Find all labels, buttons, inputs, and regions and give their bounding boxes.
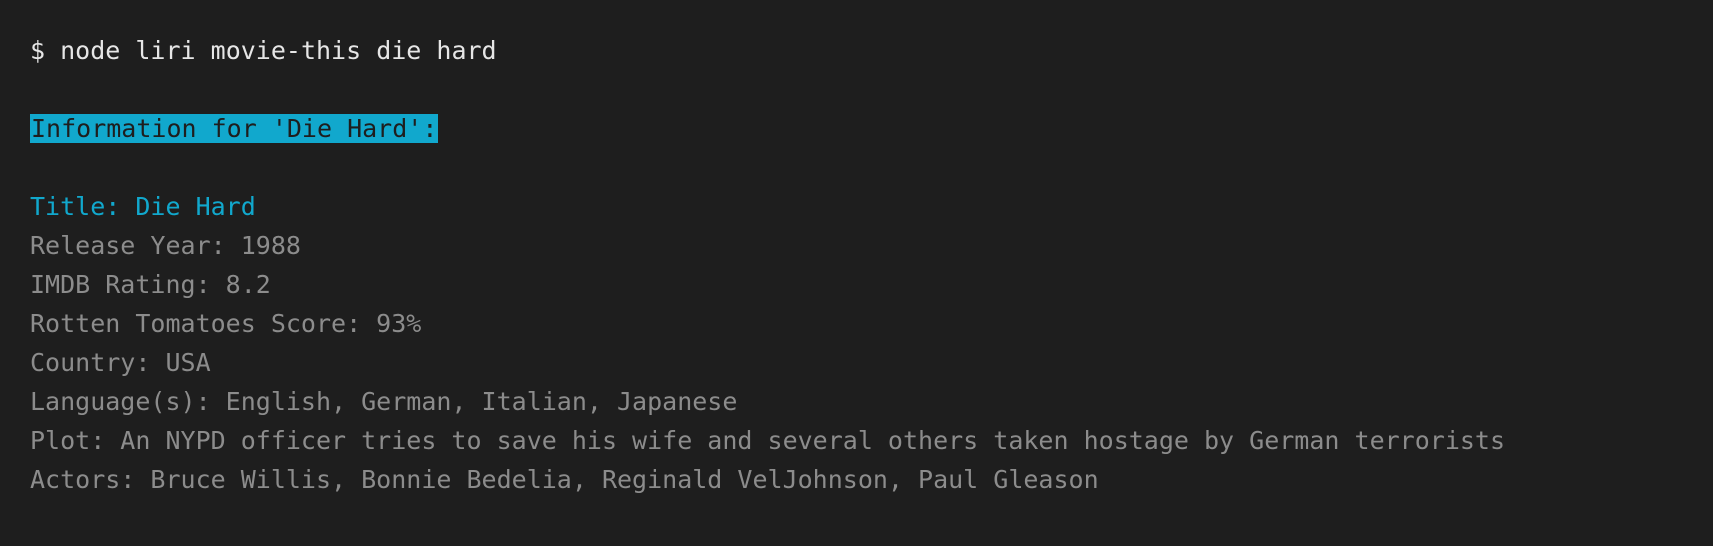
actors-line: Actors: Bruce Willis, Bonnie Bedelia, Re… [30, 465, 1099, 494]
header-highlight: Information for 'Die Hard': [30, 114, 439, 143]
terminal-window[interactable]: $ node liri movie-this die hard Informat… [0, 0, 1713, 526]
command-line: $ node liri movie-this die hard [30, 31, 497, 70]
country-line: Country: USA [30, 348, 211, 377]
imdb-rating-line: IMDB Rating: 8.2 [30, 270, 271, 299]
plot-line: Plot: An NYPD officer tries to save his … [30, 426, 1506, 455]
movie-title-line: Title: Die Hard [30, 192, 256, 221]
languages-line: Language(s): English, German, Italian, J… [30, 387, 738, 416]
command-text: node liri movie-this die hard [60, 36, 497, 65]
rotten-tomatoes-line: Rotten Tomatoes Score: 93% [30, 309, 422, 338]
release-year-line: Release Year: 1988 [30, 231, 301, 260]
prompt-symbol: $ [30, 36, 46, 65]
output-header: Information for 'Die Hard': [30, 109, 439, 148]
